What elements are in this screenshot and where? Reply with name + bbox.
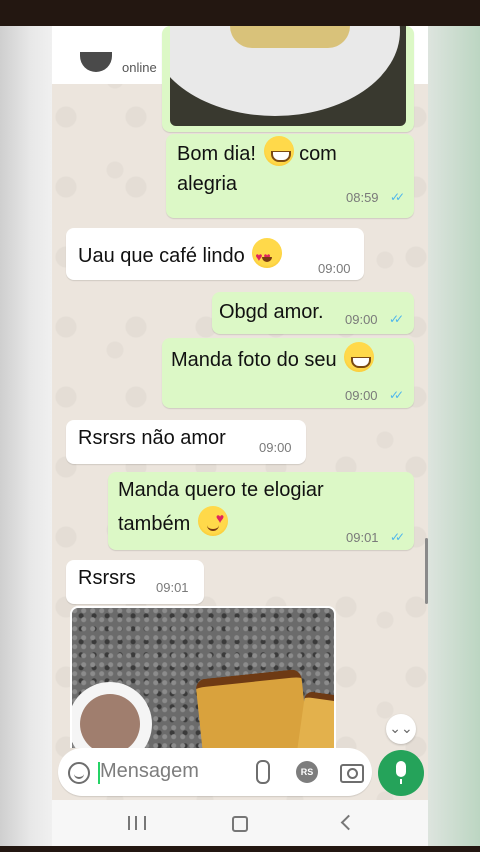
outgoing-message[interactable]: Manda quero te elogiar também 09:01 ✓✓: [108, 472, 414, 550]
recent-apps-icon[interactable]: [128, 816, 146, 830]
scroll-to-bottom-icon[interactable]: ⌄⌄: [386, 714, 416, 744]
incoming-message[interactable]: Rsrsrs não amor 09:00: [66, 420, 306, 464]
message-text-line: Uau que café lindo: [78, 238, 283, 273]
read-ticks-icon: ✓✓: [389, 388, 404, 402]
message-text: Bom dia!: [177, 143, 256, 165]
incoming-message[interactable]: Rsrsrs 09:01: [66, 560, 204, 604]
cocoa-image-part: [80, 694, 140, 748]
message-time: 09:00: [345, 388, 378, 403]
breakfast-photo[interactable]: [170, 26, 406, 126]
scrollbar-thumb[interactable]: [425, 538, 428, 604]
read-ticks-icon: ✓✓: [390, 190, 405, 204]
coffee-cake-photo[interactable]: [72, 608, 334, 748]
message-text-line: Manda foto do seu: [171, 342, 375, 376]
message-text: também: [118, 513, 191, 535]
message-time: 09:00: [259, 440, 292, 455]
message-input[interactable]: Mensagem: [100, 760, 199, 783]
message-text: com: [299, 143, 337, 165]
contact-avatar[interactable]: [80, 52, 112, 72]
outgoing-message[interactable]: Manda foto do seu 09:00 ✓✓: [162, 338, 414, 408]
grinning-face-emoji: [344, 342, 375, 372]
bottom-frame-bar: [0, 846, 480, 852]
message-text: Rsrsrs não amor: [78, 427, 226, 449]
back-icon[interactable]: [340, 814, 357, 831]
message-time: 08:59: [346, 190, 379, 205]
food-image-part: [230, 26, 350, 48]
read-ticks-icon: ✓✓: [390, 530, 405, 544]
heart-eyes-emoji: [252, 238, 283, 273]
read-ticks-icon: ✓✓: [389, 312, 404, 326]
microphone-icon: [396, 761, 406, 784]
home-icon[interactable]: [232, 816, 248, 832]
emoji-picker-icon[interactable]: [68, 762, 90, 784]
message-text: Manda foto do seu: [171, 349, 337, 371]
top-frame-bar: [0, 0, 480, 26]
message-text-line: também: [118, 502, 228, 540]
smiling-face-with-hearts-emoji: [197, 502, 228, 536]
chat-screen: online Bom dia! com alegria 08:59 ✓✓ Uau…: [52, 26, 428, 846]
left-blurred-edge: [0, 26, 52, 852]
right-blurred-edge: [428, 26, 480, 852]
outgoing-photo-message[interactable]: [162, 26, 414, 132]
system-navigation-bar: [52, 800, 428, 846]
message-text: Rsrsrs: [78, 567, 136, 589]
message-text: Obgd amor.: [219, 301, 324, 323]
message-time: 09:00: [345, 312, 378, 327]
message-text: Uau que café lindo: [78, 245, 245, 267]
message-text: alegria: [177, 173, 238, 195]
incoming-message[interactable]: Uau que café lindo 09:00: [66, 228, 364, 280]
outgoing-message[interactable]: Obgd amor. 09:00 ✓✓: [212, 292, 414, 334]
outgoing-message[interactable]: Bom dia! com alegria 08:59 ✓✓: [166, 134, 414, 218]
message-time: 09:01: [346, 530, 379, 545]
contact-status: online: [122, 60, 157, 75]
voice-message-button[interactable]: [378, 750, 424, 796]
message-text-line: Bom dia! com: [177, 136, 337, 170]
message-input-bar[interactable]: Mensagem RS: [58, 748, 372, 796]
camera-icon[interactable]: [340, 764, 364, 783]
cake-image-part: [195, 668, 311, 748]
incoming-photo-message[interactable]: [70, 606, 336, 748]
attachment-icon[interactable]: [256, 760, 270, 784]
grinning-face-emoji: [263, 136, 294, 166]
payment-icon[interactable]: RS: [296, 761, 318, 783]
message-time: 09:01: [156, 580, 189, 595]
message-time: 09:00: [318, 261, 351, 276]
